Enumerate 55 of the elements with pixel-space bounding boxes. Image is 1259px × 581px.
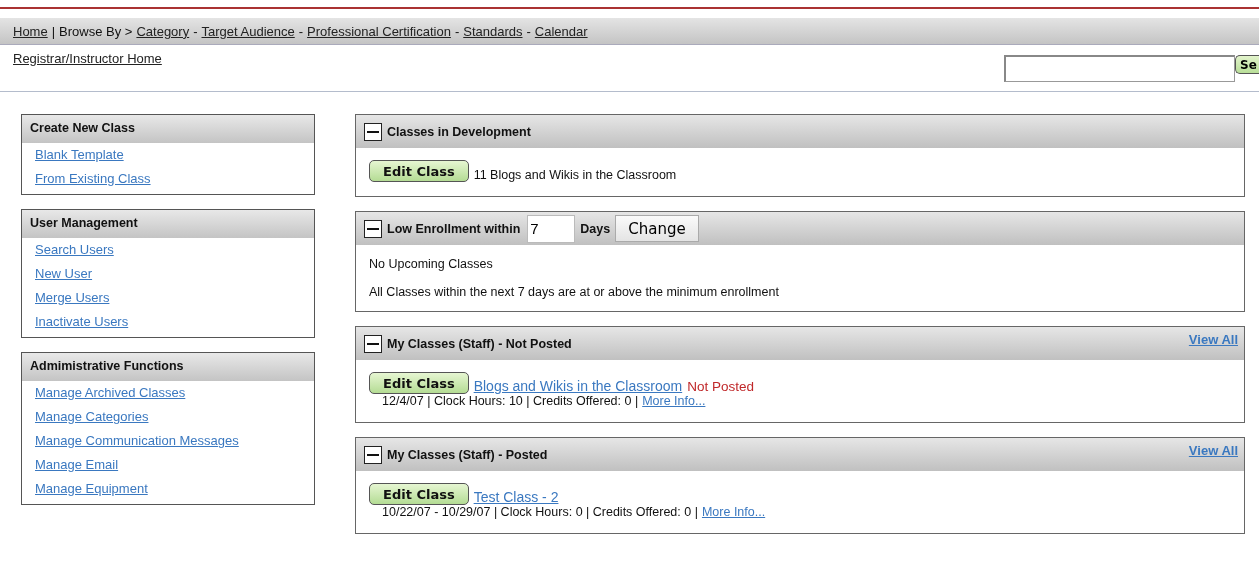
separator-text: - (526, 23, 531, 39)
separator-text: | (51, 23, 56, 39)
change-button[interactable]: Change (615, 215, 699, 242)
home-link[interactable]: Registrar/Instructor Home (13, 51, 162, 66)
collapse-icon[interactable] (364, 334, 382, 353)
days-label: Days (580, 221, 611, 236)
view-all-link[interactable]: View All (1188, 443, 1238, 458)
panel-title: User Management (22, 210, 314, 238)
sidebar-link[interactable]: Manage Categories (35, 409, 149, 424)
sidebar-link[interactable]: Merge Users (35, 290, 110, 305)
panel-title: My Classes (Staff) - Posted (387, 447, 548, 462)
sidebar-link[interactable]: New User (35, 266, 93, 281)
sidebar-link[interactable]: Inactivate Users (35, 314, 129, 329)
panel-title: Create New Class (22, 115, 314, 143)
nav-link[interactable]: Category (136, 23, 190, 39)
days-field[interactable]: 7 (527, 214, 576, 243)
message-text: All Classes within the next 7 days are at or above the minimum enrollment (369, 285, 780, 301)
panel-title: Low Enrollment within (387, 221, 521, 236)
panel-title: Admimistrative Functions (22, 353, 314, 381)
nav-link[interactable]: Target Audience (201, 23, 295, 39)
edit-class-button[interactable]: Edit Class (369, 372, 469, 394)
view-all-link[interactable]: View All (1188, 332, 1238, 347)
class-name: 11 Blogs and Wikis in the Classroom (473, 168, 677, 182)
separator-text: - (454, 23, 460, 39)
collapse-icon[interactable] (364, 122, 382, 141)
nav-link[interactable]: Professional Certification (307, 23, 451, 39)
class-details: 12/4/07 | Clock Hours: 10 | Credits Offered: 0 | (382, 394, 639, 408)
separator-text: - (298, 23, 304, 39)
nav-link[interactable]: Calendar (534, 23, 588, 39)
sidebar-link[interactable]: Manage Communication Messages (35, 433, 239, 448)
nav-link[interactable]: Standards (463, 23, 523, 39)
more-info-link[interactable]: More Info... (701, 505, 766, 519)
sidebar-link[interactable]: From Existing Class (35, 171, 151, 186)
sidebar-link[interactable]: Manage Equipment (35, 481, 148, 496)
collapse-icon[interactable] (364, 445, 382, 464)
home-link[interactable]: Home (13, 23, 48, 39)
search-field[interactable] (1004, 55, 1235, 82)
panel-title: My Classes (Staff) - Not Posted (387, 336, 572, 351)
class-link[interactable]: Test Class - 2 (473, 489, 559, 505)
edit-class-button[interactable]: Edit Class (369, 160, 469, 182)
edit-class-button[interactable]: Edit Class (369, 483, 469, 505)
sidebar-link[interactable]: Blank Template (35, 147, 124, 162)
collapse-icon[interactable] (364, 219, 382, 238)
sidebar-link[interactable]: Manage Email (35, 457, 119, 472)
search-button[interactable]: Se (1235, 55, 1259, 74)
status-text: Not Posted (687, 379, 754, 394)
more-info-link[interactable]: More Info... (642, 394, 706, 408)
sidebar-link[interactable]: Search Users (35, 242, 114, 257)
sidebar-link[interactable]: Manage Archived Classes (35, 385, 186, 400)
class-link[interactable]: Blogs and Wikis in the Classroom (473, 378, 683, 394)
panel-title: Classes in Development (387, 124, 531, 139)
message-text: No Upcoming Classes (369, 257, 494, 273)
separator-text: - (193, 23, 198, 39)
class-details: 10/22/07 - 10/29/07 | Clock Hours: 0 | Credits Offered: 0 | (382, 505, 698, 519)
browse-label: Browse By > (59, 23, 133, 39)
